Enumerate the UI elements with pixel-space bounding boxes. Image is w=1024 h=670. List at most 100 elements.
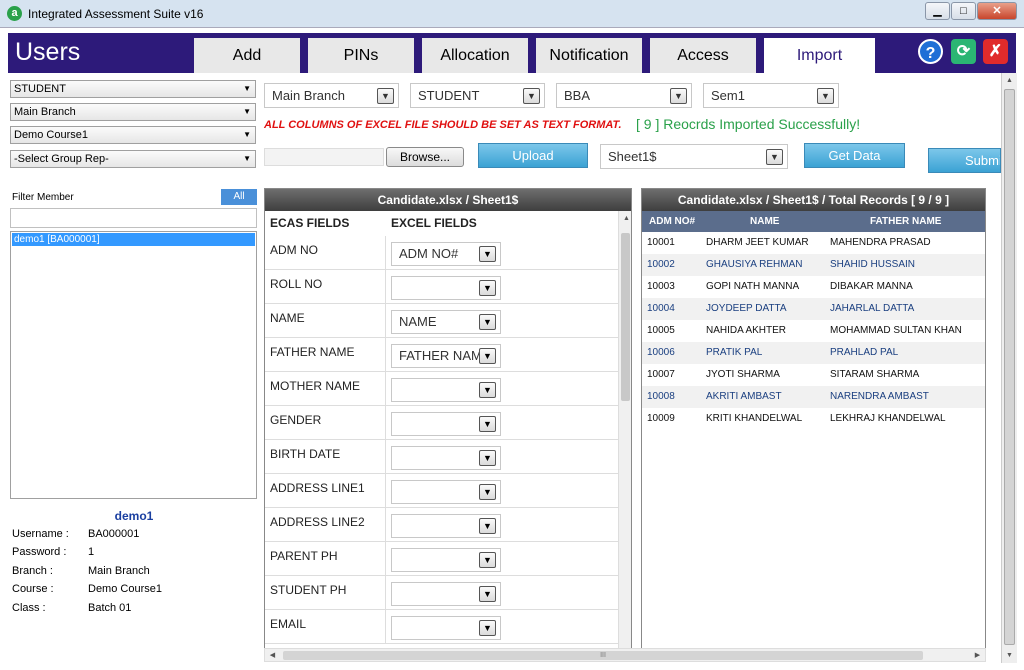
branch-value: Main Branch [88, 565, 150, 577]
table-row: ADDRESS LINE2 ▼ [265, 508, 618, 542]
tab-access[interactable]: Access [650, 38, 756, 73]
member-list[interactable]: demo1 [BA000001] [10, 231, 257, 499]
excel-field-value: FATHER NAME [399, 348, 491, 363]
name-cell: PRATIK PAL [706, 347, 763, 358]
excel-field-select[interactable]: ▼ [391, 446, 501, 470]
chevron-down-icon: ▼ [523, 88, 540, 104]
excel-field-select[interactable]: ▼ [391, 514, 501, 538]
tab-add[interactable]: Add [194, 38, 300, 73]
scroll-right-icon[interactable]: ▶ [970, 648, 985, 663]
tab-import[interactable]: Import [764, 38, 875, 73]
tab-notification[interactable]: Notification [536, 38, 642, 73]
table-row[interactable]: 10004 JOYDEEP DATTA JAHARLAL DATTA [642, 298, 985, 320]
chevron-down-icon: ▼ [479, 586, 496, 602]
mapping-scrollbar[interactable]: ▲ [618, 211, 631, 649]
ecas-field-label: ROLL NO [270, 277, 323, 291]
table-row: EMAIL ▼ [265, 610, 618, 644]
minimize-button[interactable]: ▁ [925, 2, 950, 20]
father-name-cell: NARENDRA AMBAST [830, 391, 929, 402]
file-path-field[interactable] [264, 148, 384, 166]
adm-no-cell: 10002 [647, 259, 675, 270]
chevron-down-icon: ▼ [479, 314, 496, 330]
column-divider [385, 474, 386, 508]
horizontal-scroll-thumb[interactable]: III [283, 651, 923, 660]
chevron-down-icon: ▼ [243, 154, 251, 163]
class-value: Batch 01 [88, 602, 132, 614]
group-select[interactable]: -Select Group Rep- ▼ [10, 150, 256, 168]
vertical-scroll-thumb[interactable] [1004, 89, 1015, 645]
excel-field-select[interactable]: ▼ [391, 582, 501, 606]
course-value: Demo Course1 [88, 583, 162, 595]
table-row[interactable]: 10002 GHAUSIYA REHMAN SHAHID HUSSAIN [642, 254, 985, 276]
branch-select[interactable]: Main Branch ▼ [10, 103, 256, 121]
excel-field-select[interactable]: ▼ [391, 276, 501, 300]
scroll-left-icon[interactable]: ◀ [265, 648, 280, 663]
course-select[interactable]: Demo Course1 ▼ [10, 126, 256, 144]
excel-field-select[interactable]: ▼ [391, 412, 501, 436]
table-row: ROLL NO ▼ [265, 270, 618, 304]
semester-filter-select[interactable]: Sem1 ▼ [703, 83, 839, 108]
filter-member-input[interactable] [10, 208, 257, 228]
tab-pins[interactable]: PINs [308, 38, 414, 73]
table-row[interactable]: 10007 JYOTI SHARMA SITARAM SHARMA [642, 364, 985, 386]
name-cell: JOYDEEP DATTA [706, 303, 787, 314]
table-row: PARENT PH ▼ [265, 542, 618, 576]
vertical-scrollbar[interactable]: ▲ ▼ [1001, 73, 1017, 663]
excel-field-select[interactable]: ADM NO# ▼ [391, 242, 501, 266]
role-filter-select[interactable]: STUDENT ▼ [410, 83, 545, 108]
ecas-field-label: ADDRESS LINE1 [270, 481, 365, 495]
course-filter-select[interactable]: BBA ▼ [556, 83, 692, 108]
records-grid: Candidate.xlsx / Sheet1$ / Total Records… [641, 188, 986, 650]
table-row: STUDENT PH ▼ [265, 576, 618, 610]
help-icon[interactable]: ? [918, 39, 943, 64]
browse-button[interactable]: Browse... [386, 147, 464, 167]
chevron-down-icon: ▼ [479, 246, 496, 262]
table-row[interactable]: 10006 PRATIK PAL PRAHLAD PAL [642, 342, 985, 364]
table-row[interactable]: 10003 GOPI NATH MANNA DIBAKAR MANNA [642, 276, 985, 298]
scroll-down-icon[interactable]: ▼ [1002, 648, 1017, 663]
username-value: BA000001 [88, 528, 140, 540]
excel-field-select[interactable]: ▼ [391, 616, 501, 640]
scroll-up-icon[interactable]: ▲ [1002, 73, 1017, 88]
table-row[interactable]: 10005 NAHIDA AKHTER MOHAMMAD SULTAN KHAN [642, 320, 985, 342]
all-button[interactable]: All [221, 189, 257, 205]
table-row[interactable]: 10001 DHARM JEET KUMAR MAHENDRA PRASAD [642, 232, 985, 254]
ecas-field-label: ADM NO [270, 243, 318, 257]
ecas-field-label: MOTHER NAME [270, 379, 360, 393]
table-row[interactable]: 10009 KRITI KHANDELWAL LEKHRAJ KHANDELWAL [642, 408, 985, 430]
horizontal-scrollbar[interactable]: ◀ III ▶ [264, 648, 986, 662]
excel-field-select[interactable]: ▼ [391, 378, 501, 402]
excel-field-select[interactable]: ▼ [391, 480, 501, 504]
father-name-cell: SITARAM SHARMA [830, 369, 920, 380]
selected-member-name: demo1 [114, 509, 154, 523]
branch-filter-select[interactable]: Main Branch ▼ [264, 83, 399, 108]
list-item[interactable]: demo1 [BA000001] [12, 233, 255, 246]
chevron-down-icon: ▼ [479, 382, 496, 398]
scroll-up-icon[interactable]: ▲ [619, 211, 631, 226]
excel-field-select[interactable]: ▼ [391, 548, 501, 572]
adm-no-cell: 10005 [647, 325, 675, 336]
table-row[interactable]: 10008 AKRITI AMBAST NARENDRA AMBAST [642, 386, 985, 408]
sheet-select[interactable]: Sheet1$ ▼ [600, 144, 788, 169]
excel-field-select[interactable]: FATHER NAME ▼ [391, 344, 501, 368]
get-data-button[interactable]: Get Data [804, 143, 905, 168]
chevron-down-icon: ▼ [670, 88, 687, 104]
chevron-down-icon: ▼ [479, 620, 496, 636]
excel-field-select[interactable]: NAME ▼ [391, 310, 501, 334]
branch-label: Branch : [12, 565, 53, 577]
exit-icon[interactable]: ✗ [983, 39, 1008, 64]
ecas-field-label: ADDRESS LINE2 [270, 515, 365, 529]
close-window-button[interactable]: ✕ [977, 2, 1017, 20]
ecas-field-label: NAME [270, 311, 305, 325]
page-title: Users [15, 38, 81, 66]
adm-no-cell: 10009 [647, 413, 675, 424]
tab-allocation[interactable]: Allocation [422, 38, 528, 73]
role-select[interactable]: STUDENT ▼ [10, 80, 256, 98]
chevron-down-icon: ▼ [479, 280, 496, 296]
upload-button[interactable]: Upload [478, 143, 588, 168]
maximize-button[interactable]: □ [951, 2, 976, 20]
mapping-scroll-thumb[interactable] [621, 233, 630, 401]
refresh-icon[interactable]: ⟳ [951, 39, 976, 64]
submit-button[interactable]: Submit [928, 148, 1001, 173]
semester-filter-value: Sem1 [711, 88, 745, 103]
